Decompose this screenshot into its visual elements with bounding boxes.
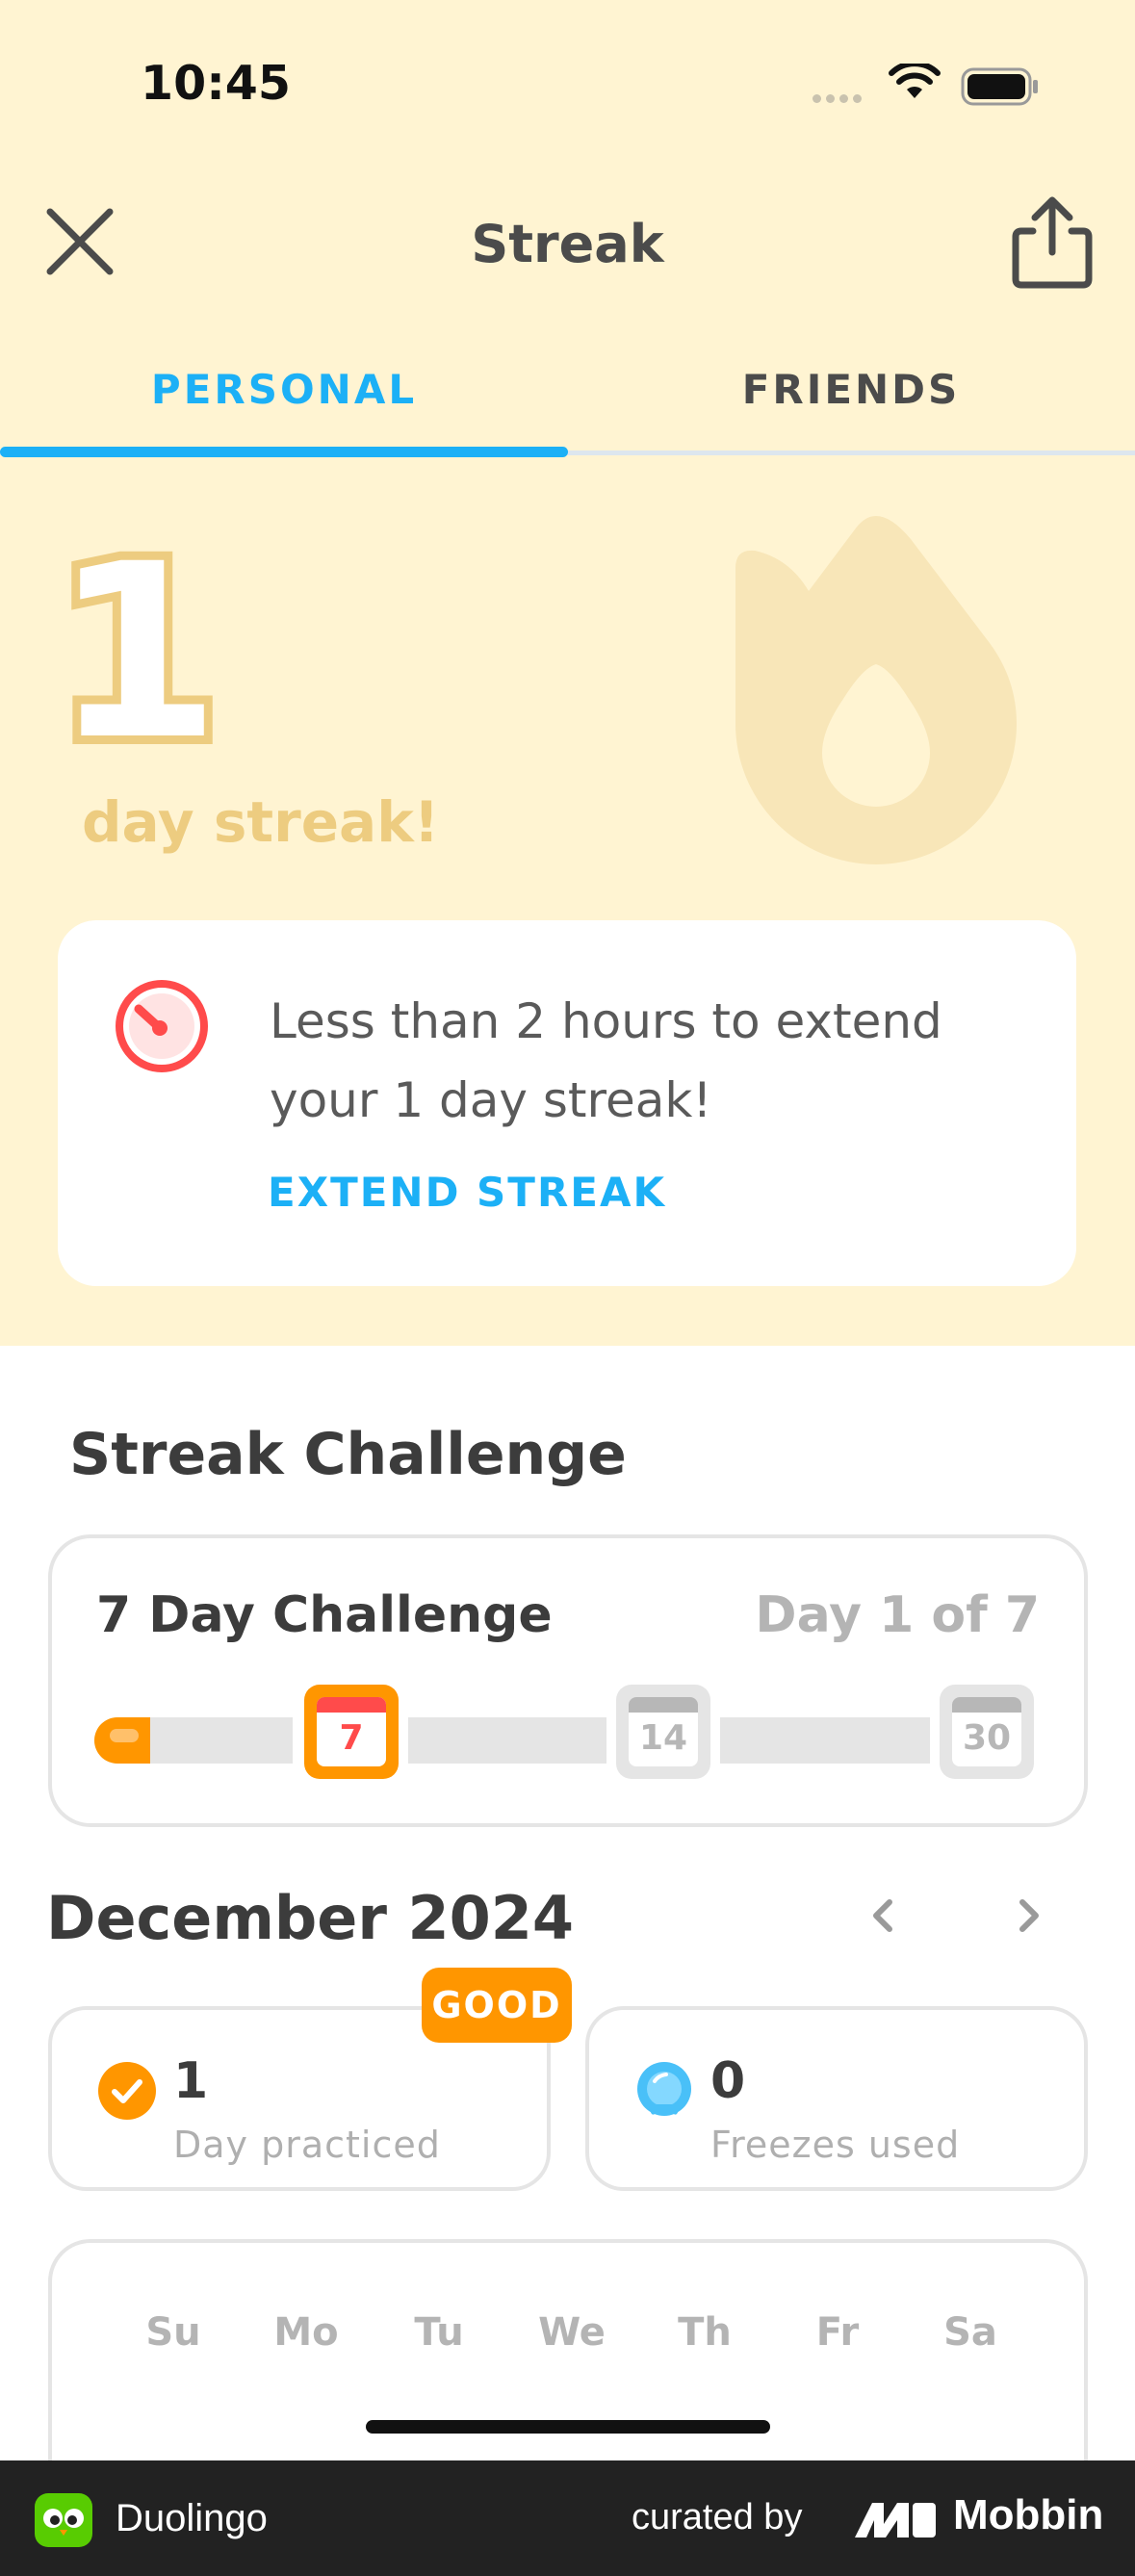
svg-text:1: 1 — [65, 539, 219, 780]
weekday-saturday: Sa — [943, 2310, 997, 2355]
check-circle-icon — [98, 2062, 156, 2120]
battery-icon — [961, 67, 1038, 106]
tab-active-indicator — [0, 447, 568, 457]
freezes-used-label: Freezes used — [710, 2124, 961, 2166]
mobbin-logo-icon — [855, 2503, 936, 2537]
duolingo-logo-icon — [35, 2493, 92, 2547]
footer-app-name: Duolingo — [116, 2497, 268, 2539]
weekday-sunday: Su — [145, 2310, 201, 2355]
weekday-friday: Fr — [815, 2310, 860, 2355]
weekday-monday: Mo — [273, 2310, 339, 2355]
status-time: 10:45 — [141, 56, 291, 111]
chevron-right-icon[interactable] — [1001, 1889, 1055, 1943]
challenge-name: 7 Day Challenge — [96, 1586, 553, 1644]
tab-personal[interactable]: PERSONAL — [0, 366, 568, 413]
streak-label: day streak! — [82, 789, 440, 855]
home-indicator — [366, 2420, 770, 2434]
progress-shine — [110, 1729, 139, 1742]
wifi-icon — [889, 64, 941, 98]
page-title: Streak — [471, 214, 664, 274]
footer-brand-name: Mobbin — [953, 2491, 1104, 2538]
streak-count: 1 — [65, 539, 219, 780]
tab-friends[interactable]: FRIENDS — [567, 366, 1135, 413]
challenge-card[interactable]: 7 Day Challenge Day 1 of 7 7 14 30 — [48, 1534, 1088, 1827]
cellular-signal-icon — [813, 89, 866, 107]
weekday-wednesday: We — [538, 2310, 606, 2355]
days-practiced-label: Day practiced — [173, 2124, 441, 2166]
milestone-14-icon: 14 — [616, 1685, 710, 1779]
footer-curated-by: curated by — [632, 2497, 803, 2537]
weekday-thursday: Th — [678, 2310, 732, 2355]
weekday-tuesday: Tu — [414, 2310, 464, 2355]
milestone-30-icon: 30 — [940, 1685, 1034, 1779]
challenge-progress-text: Day 1 of 7 — [755, 1586, 1040, 1644]
freezes-used-card: 0 Freezes used — [585, 2006, 1088, 2191]
month-title: December 2024 — [46, 1883, 575, 1953]
streak-challenge-heading: Streak Challenge — [69, 1421, 627, 1488]
flame-icon — [735, 516, 1017, 864]
streak-freeze-icon — [637, 2062, 691, 2116]
freezes-used-value: 0 — [710, 2052, 746, 2110]
milestone-7-icon: 7 — [304, 1685, 399, 1779]
progress-track-segment — [720, 1717, 930, 1764]
progress-track-segment — [408, 1717, 606, 1764]
share-icon[interactable] — [1006, 193, 1098, 293]
reminder-message: Less than 2 hours to extend your 1 day s… — [270, 993, 942, 1128]
good-badge: GOOD — [422, 1968, 572, 2043]
extend-streak-button[interactable]: EXTEND STREAK — [268, 1169, 666, 1216]
timer-icon — [116, 980, 208, 1072]
days-practiced-value: 1 — [173, 2052, 209, 2110]
streak-reminder-card: Less than 2 hours to extend your 1 day s… — [58, 920, 1076, 1286]
chevron-left-icon[interactable] — [857, 1889, 911, 1943]
